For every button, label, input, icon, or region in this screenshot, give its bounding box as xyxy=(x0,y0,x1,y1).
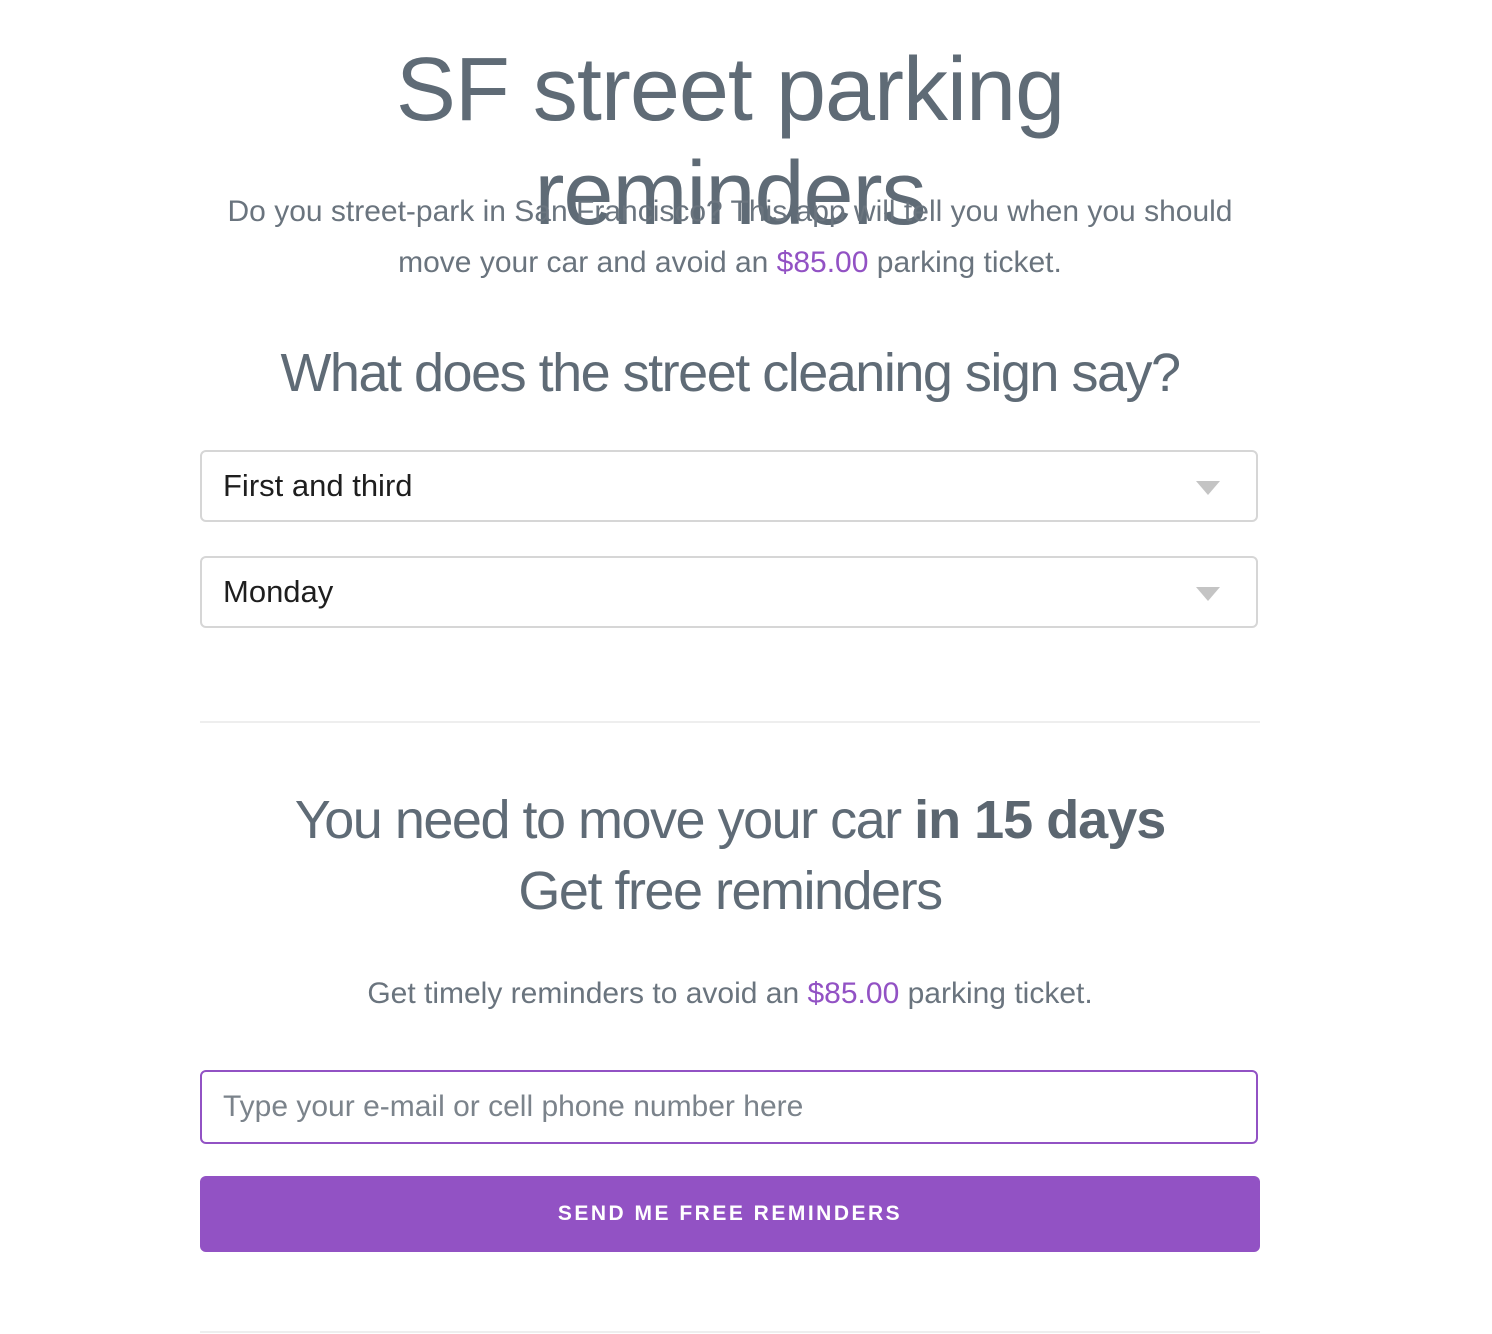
contact-input[interactable] xyxy=(200,1070,1258,1144)
intro-text-after: parking ticket. xyxy=(868,246,1062,279)
week-select[interactable]: First and third xyxy=(200,450,1258,522)
reminder-text-after: parking ticket. xyxy=(899,977,1093,1010)
section-divider xyxy=(200,721,1260,723)
intro-text-before: Do you street-park in San Francisco? Thi… xyxy=(227,195,1233,279)
days-until-move: in 15 days xyxy=(914,790,1166,850)
day-select[interactable]: Monday xyxy=(200,556,1258,628)
free-reminders-heading: Get free reminders xyxy=(518,861,943,921)
reminder-subtext: Get timely reminders to avoid an $85.00 … xyxy=(200,970,1260,1018)
intro-text: Do you street-park in San Francisco? Thi… xyxy=(220,186,1240,288)
reminder-text-before: Get timely reminders to avoid an xyxy=(367,977,808,1010)
reminder-ticket-price: $85.00 xyxy=(807,977,900,1010)
day-select-value: Monday xyxy=(223,574,334,609)
chevron-down-icon xyxy=(1196,481,1220,495)
move-car-prefix: You need to move your car xyxy=(294,790,915,850)
bottom-divider xyxy=(200,1331,1260,1333)
week-select-value: First and third xyxy=(223,468,413,503)
move-car-message: You need to move your car in 15 days xyxy=(200,785,1260,855)
sign-question-heading: What does the street cleaning sign say? xyxy=(280,343,1181,403)
chevron-down-icon xyxy=(1196,587,1220,601)
send-reminders-button[interactable]: SEND ME FREE REMINDERS xyxy=(200,1176,1260,1252)
ticket-price: $85.00 xyxy=(776,246,869,279)
